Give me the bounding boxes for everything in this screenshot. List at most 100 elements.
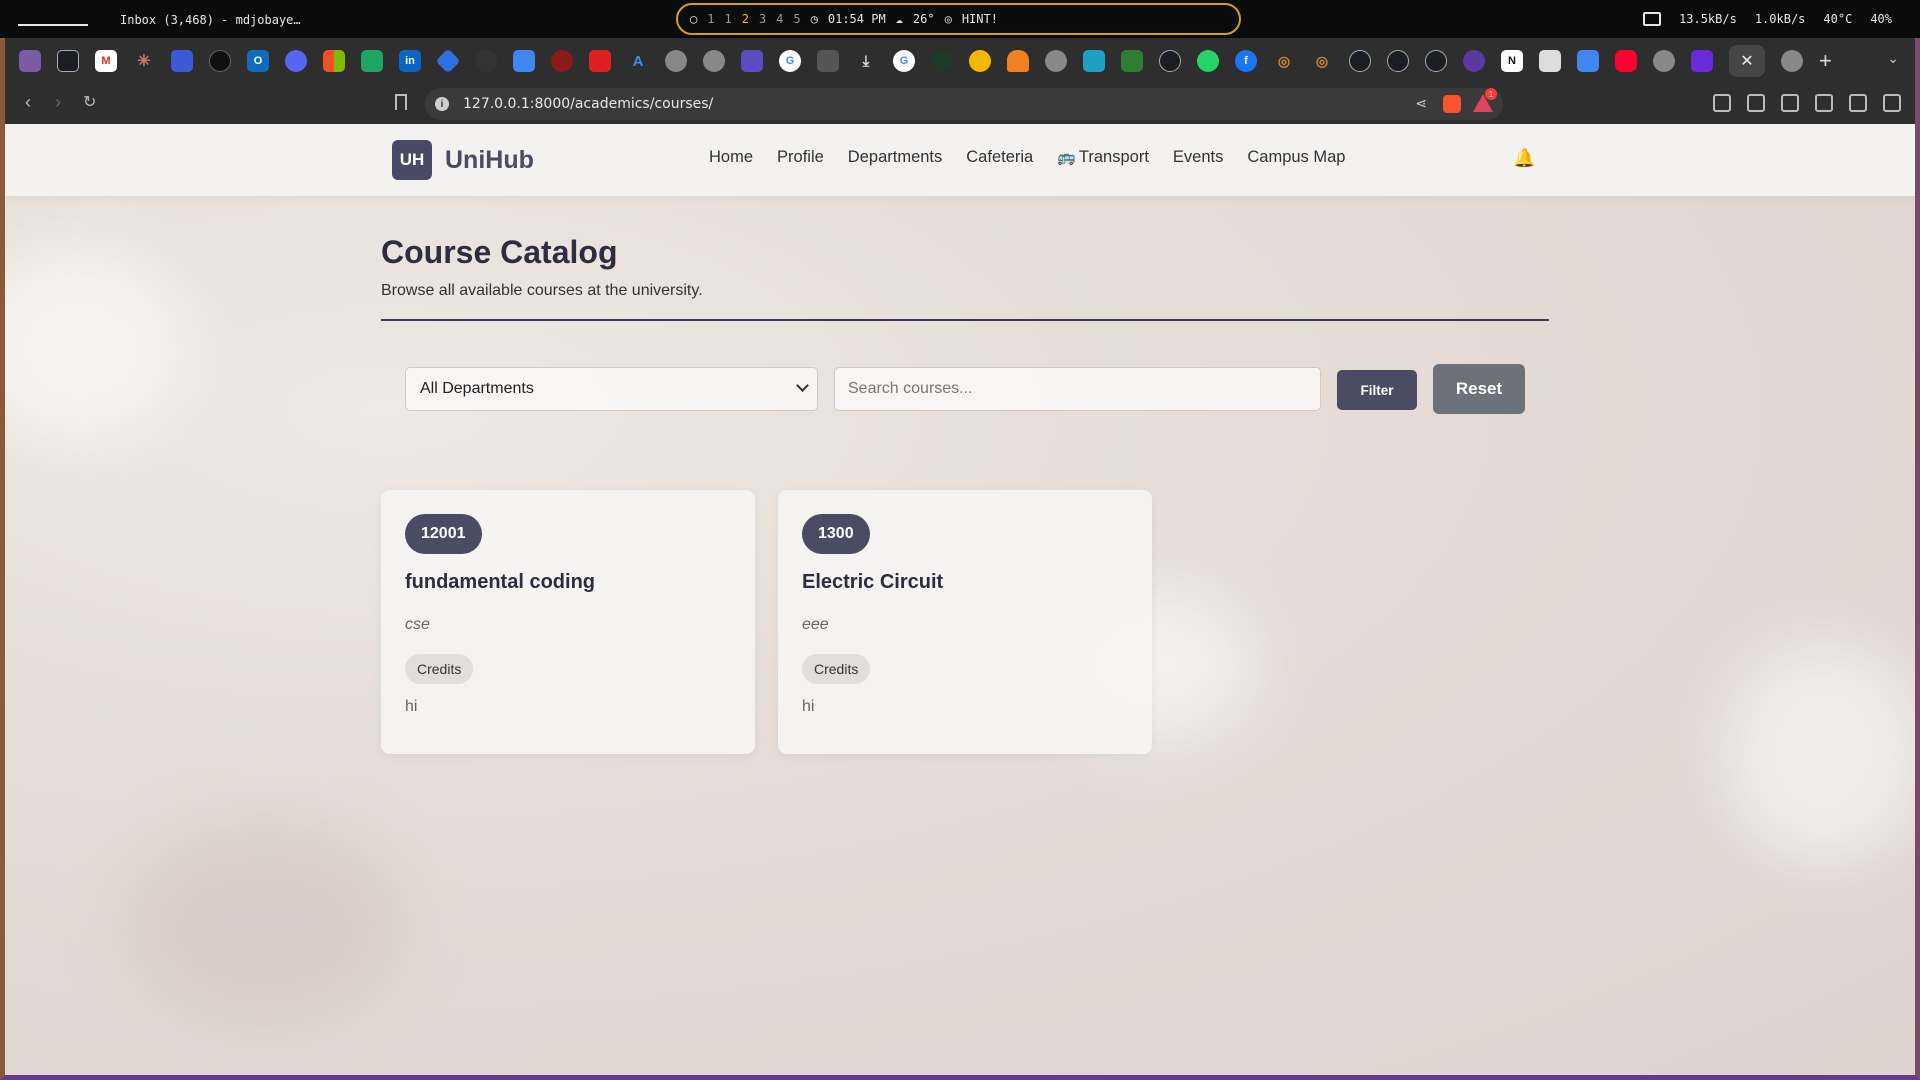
leaf-icon[interactable] [931, 50, 953, 72]
circle-icon[interactable] [209, 50, 231, 72]
vscode-icon[interactable] [1691, 50, 1713, 72]
discord-icon[interactable] [285, 50, 307, 72]
wallet-icon[interactable] [1815, 94, 1833, 112]
share-icon[interactable]: ⋖ [1415, 95, 1427, 112]
search-input[interactable]: Search courses... [834, 367, 1321, 411]
net-up: 1.0kB/s [1754, 12, 1806, 26]
google-icon-2[interactable]: G [893, 50, 915, 72]
purple-app-icon[interactable] [1463, 50, 1485, 72]
docs-icon[interactable] [513, 50, 535, 72]
department-select-value: All Departments [420, 380, 534, 397]
workspace-4[interactable]: 4 [776, 12, 783, 26]
nav-campus-map[interactable]: Campus Map [1247, 148, 1345, 167]
site-brand[interactable]: UniHub [445, 146, 534, 175]
close-tab-icon[interactable]: ✕ [1729, 45, 1765, 77]
tab-list-chevron-icon[interactable]: ⌄ [1887, 50, 1899, 67]
notes-icon[interactable] [741, 50, 763, 72]
pen-icon[interactable] [1083, 50, 1105, 72]
dark-app-icon[interactable] [817, 50, 839, 72]
recycle-icon[interactable] [1539, 50, 1561, 72]
background-bokeh [5, 244, 185, 444]
sheets-icon[interactable] [361, 50, 383, 72]
workspace-indicator[interactable] [18, 24, 88, 26]
blank-icon[interactable] [475, 50, 497, 72]
github-icon-5[interactable] [1425, 50, 1447, 72]
address-bar[interactable]: i 127.0.0.1:8000/academics/courses/ ⋖ 1 [425, 88, 1503, 120]
mail-icon[interactable] [1121, 50, 1143, 72]
browser-window: M ✳ O in A G ⤓ G f ◎ ◎ N ✕ + ⌄ ‹ › ↻ i 1… [0, 38, 1920, 1080]
nav-transport[interactable]: Transport [1079, 148, 1149, 166]
leo-ai-icon[interactable] [1849, 94, 1867, 112]
nav-cafeteria[interactable]: Cafeteria [966, 148, 1033, 167]
workspace-1[interactable]: 1 [707, 12, 714, 26]
menu-icon[interactable] [1883, 94, 1901, 112]
bookmark-icon[interactable] [395, 94, 407, 110]
workspace-2[interactable]: 2 [742, 12, 749, 26]
notion-icon[interactable]: N [1501, 50, 1523, 72]
extensions-icon[interactable] [1713, 94, 1731, 112]
nav-events[interactable]: Events [1173, 148, 1223, 167]
credits-badge: Credits [802, 654, 871, 684]
docs-icon-2[interactable] [1577, 50, 1599, 72]
extension-icon[interactable] [171, 50, 193, 72]
brave-shields-icon[interactable] [1443, 95, 1461, 113]
screen-icon[interactable] [1643, 12, 1662, 26]
filter-button[interactable]: Filter [1337, 370, 1417, 410]
reload-icon[interactable]: ↻ [83, 92, 96, 112]
download-icon[interactable]: ⤓ [855, 50, 877, 72]
pinterest-icon[interactable] [551, 50, 573, 72]
workspace-5[interactable]: 5 [793, 12, 800, 26]
title-divider [381, 319, 1549, 321]
volume[interactable]: 40% [1870, 12, 1892, 26]
red-app-icon[interactable] [589, 50, 611, 72]
new-tab-icon[interactable]: + [1819, 48, 1832, 74]
workspace-3[interactable]: 3 [759, 12, 766, 26]
url-text[interactable]: 127.0.0.1:8000/academics/courses/ [463, 96, 713, 112]
globe-icon[interactable] [665, 50, 687, 72]
github-icon-4[interactable] [1387, 50, 1409, 72]
diamond-icon[interactable] [435, 48, 461, 74]
linkedin-icon[interactable]: in [399, 50, 421, 72]
hint[interactable]: HINT! [962, 12, 998, 26]
tor-icon[interactable] [19, 50, 41, 72]
github-icon-2[interactable] [1159, 50, 1181, 72]
whatsapp-icon[interactable] [1197, 50, 1219, 72]
google-icon[interactable]: G [779, 50, 801, 72]
facebook-icon[interactable]: f [1235, 50, 1257, 72]
claude-icon[interactable]: ✳ [133, 50, 155, 72]
globe-icon-5[interactable] [1781, 50, 1803, 72]
site-logo[interactable]: UH [392, 140, 432, 180]
github-icon-3[interactable] [1349, 50, 1371, 72]
sidebar-icon[interactable] [1781, 94, 1799, 112]
bell-app-icon[interactable] [969, 50, 991, 72]
coin-icon-2[interactable]: ◎ [1311, 50, 1333, 72]
outlook-icon[interactable]: O [247, 50, 269, 72]
notification-bell-icon[interactable]: 🔔 [1513, 148, 1535, 169]
coin-icon[interactable]: ◎ [1273, 50, 1295, 72]
forward-icon[interactable]: › [55, 92, 61, 113]
nav-departments[interactable]: Departments [848, 148, 942, 167]
course-card[interactable]: 12001 fundamental coding cse Credits hi [381, 490, 755, 754]
windows-icon[interactable] [323, 50, 345, 72]
site-info-icon[interactable]: i [435, 97, 449, 111]
globe-icon-2[interactable] [703, 50, 725, 72]
azure-icon[interactable]: A [627, 50, 649, 72]
nav-transport-item[interactable]: 🚌 Transport [1057, 148, 1149, 167]
downloads-icon[interactable] [1747, 94, 1765, 112]
tab-strip: M ✳ O in A G ⤓ G f ◎ ◎ N ✕ + ⌄ [5, 38, 1915, 84]
globe-icon-4[interactable] [1653, 50, 1675, 72]
globe-icon-3[interactable] [1045, 50, 1067, 72]
department-select[interactable]: All Departments [405, 367, 818, 411]
site-navbar: UH UniHub Home Profile Departments Cafet… [5, 124, 1915, 196]
back-icon[interactable]: ‹ [25, 92, 31, 113]
youtube-icon[interactable] [1615, 50, 1637, 72]
workspace-1b[interactable]: 1 [724, 12, 731, 26]
course-card[interactable]: 1300 Electric Circuit eee Credits hi [778, 490, 1152, 754]
nav-profile[interactable]: Profile [777, 148, 824, 167]
cloud-icon[interactable] [1007, 50, 1029, 72]
reset-button[interactable]: Reset [1433, 364, 1525, 414]
gmail-icon[interactable]: M [95, 50, 117, 72]
github-icon[interactable] [57, 50, 79, 72]
course-department: eee [802, 616, 829, 633]
nav-home[interactable]: Home [709, 148, 753, 167]
